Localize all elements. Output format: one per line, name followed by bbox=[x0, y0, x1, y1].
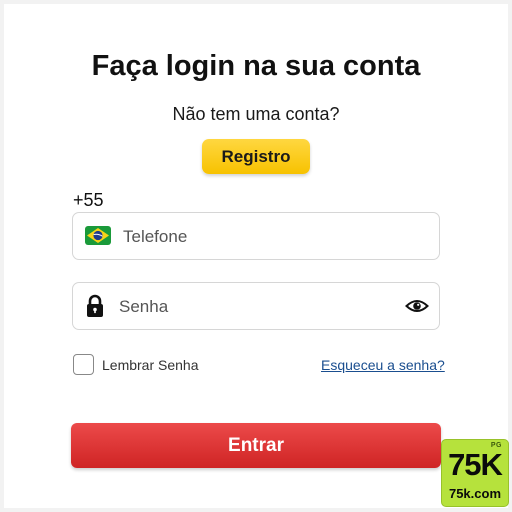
phone-placeholder: Telefone bbox=[123, 227, 188, 246]
forgot-password-link[interactable]: Esqueceu a senha? bbox=[321, 357, 445, 373]
password-placeholder: Senha bbox=[119, 297, 169, 316]
no-account-text: Não tem uma conta? bbox=[172, 104, 340, 124]
badge-logo-text: 75K bbox=[448, 447, 503, 482]
country-code: +55 bbox=[73, 190, 104, 210]
phone-field[interactable]: Telefone bbox=[72, 212, 440, 260]
remember-checkbox[interactable] bbox=[73, 354, 94, 375]
badge-domain: 75k.com bbox=[448, 486, 502, 501]
site-badge: PG 75K 75k.com bbox=[442, 440, 508, 506]
page-title: Faça login na sua conta bbox=[91, 50, 421, 82]
brazil-flag-icon bbox=[85, 226, 111, 245]
lock-icon bbox=[86, 294, 104, 318]
eye-icon[interactable] bbox=[405, 296, 429, 316]
remember-label: Lembrar Senha bbox=[102, 357, 199, 373]
login-submit-button[interactable]: Entrar bbox=[71, 423, 441, 468]
password-field[interactable]: Senha bbox=[72, 282, 440, 330]
register-button[interactable]: Registro bbox=[202, 139, 310, 174]
